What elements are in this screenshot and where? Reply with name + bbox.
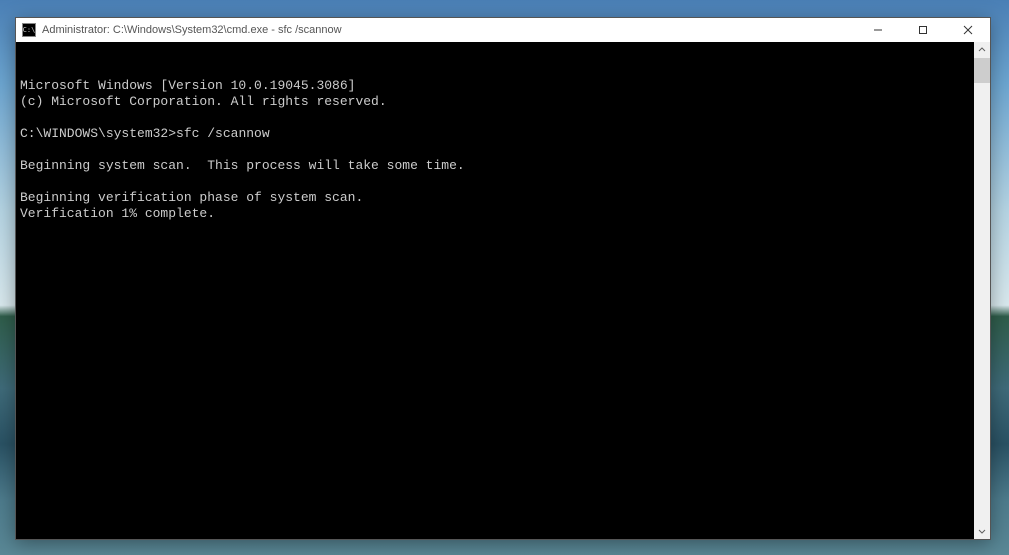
prompt: C:\WINDOWS\system32> — [20, 126, 176, 141]
window-controls — [855, 18, 990, 42]
command-text: sfc /scannow — [176, 126, 270, 141]
titlebar[interactable]: C:\ Administrator: C:\Windows\System32\c… — [16, 18, 990, 42]
close-icon — [963, 25, 973, 35]
scroll-down-button[interactable] — [974, 523, 990, 539]
window-title: Administrator: C:\Windows\System32\cmd.e… — [42, 24, 855, 36]
scroll-track[interactable] — [974, 58, 990, 523]
terminal-area[interactable]: Microsoft Windows [Version 10.0.19045.30… — [16, 42, 990, 539]
chevron-down-icon — [978, 527, 986, 535]
scroll-thumb[interactable] — [974, 58, 990, 83]
chevron-up-icon — [978, 46, 986, 54]
verification-begin-line: Beginning verification phase of system s… — [20, 190, 363, 205]
close-button[interactable] — [945, 18, 990, 42]
terminal-output: Microsoft Windows [Version 10.0.19045.30… — [20, 78, 990, 222]
cmd-icon: C:\ — [22, 23, 36, 37]
maximize-button[interactable] — [900, 18, 945, 42]
cmd-window: C:\ Administrator: C:\Windows\System32\c… — [15, 17, 991, 540]
version-line: Microsoft Windows [Version 10.0.19045.30… — [20, 78, 355, 93]
maximize-icon — [918, 25, 928, 35]
minimize-button[interactable] — [855, 18, 900, 42]
scroll-up-button[interactable] — [974, 42, 990, 58]
copyright-line: (c) Microsoft Corporation. All rights re… — [20, 94, 387, 109]
scan-begin-line: Beginning system scan. This process will… — [20, 158, 465, 173]
vertical-scrollbar[interactable] — [974, 42, 990, 539]
verification-progress-line: Verification 1% complete. — [20, 206, 215, 221]
minimize-icon — [873, 25, 883, 35]
